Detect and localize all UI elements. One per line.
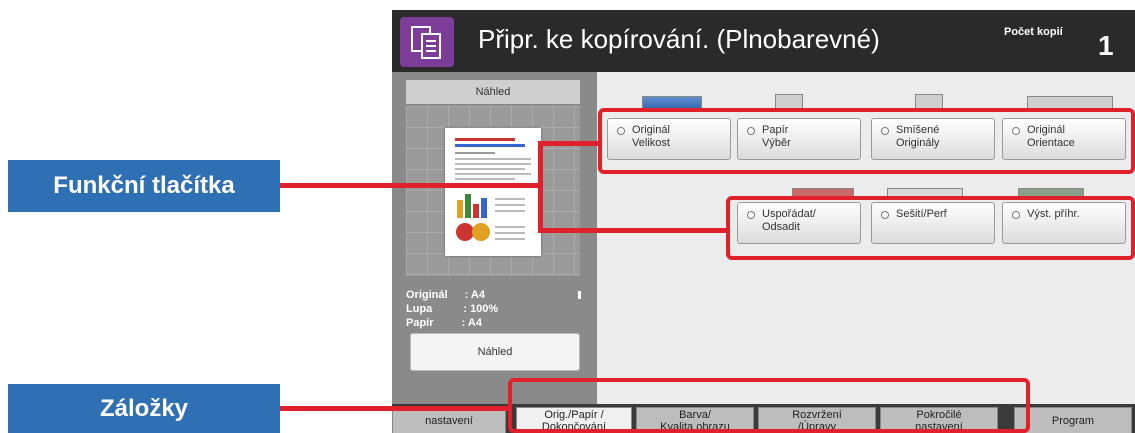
- original-value: : A4: [464, 289, 485, 301]
- copies-label: Počet kopií: [1004, 26, 1063, 38]
- callout-connector-vertical: [538, 141, 543, 233]
- screen-title: Připr. ke kopírování. (Plnobarevné): [478, 24, 880, 54]
- callout-tabs-label: Záložky: [99, 394, 189, 422]
- function-row2-highlight: [726, 196, 1135, 260]
- original-size-label: Originál : A4: [406, 289, 485, 301]
- zoom-value: : 100%: [463, 303, 499, 315]
- copy-icon: [400, 17, 454, 67]
- document-preview-thumbnail: [445, 128, 541, 256]
- callout-function-buttons-label: Funkční tlačítka: [53, 172, 235, 199]
- paper-value: : A4: [461, 317, 482, 329]
- callout-tabs: Záložky: [8, 384, 280, 433]
- original-label: Originál: [406, 289, 448, 301]
- tabs-connector-line: [280, 406, 510, 411]
- tab-program-label: Program: [1051, 414, 1095, 427]
- tab-quick-setup-label: nastavení: [425, 414, 473, 427]
- tab-program[interactable]: Program: [1014, 407, 1132, 433]
- copies-count: 1: [1098, 30, 1114, 61]
- paper-label: Papír: [406, 317, 434, 329]
- callout-connector-top: [538, 141, 600, 146]
- zoom-info-label: Lupa : 100%: [406, 303, 498, 315]
- callout-function-buttons: Funkční tlačítka: [8, 160, 280, 212]
- function-row1-highlight: [598, 108, 1135, 174]
- preview-header: Náhled: [406, 80, 580, 104]
- title-bar: Připr. ke kopírování. (Plnobarevné) Poče…: [392, 10, 1135, 72]
- callout-connector-bottom: [538, 228, 728, 233]
- zoom-label: Lupa: [406, 303, 433, 315]
- tabs-highlight: [508, 378, 1030, 433]
- paper-info-label: Papír : A4: [406, 317, 482, 329]
- callout-connector-line: [280, 183, 540, 188]
- preview-button[interactable]: Náhled: [410, 333, 580, 371]
- orientation-icon: [578, 291, 581, 299]
